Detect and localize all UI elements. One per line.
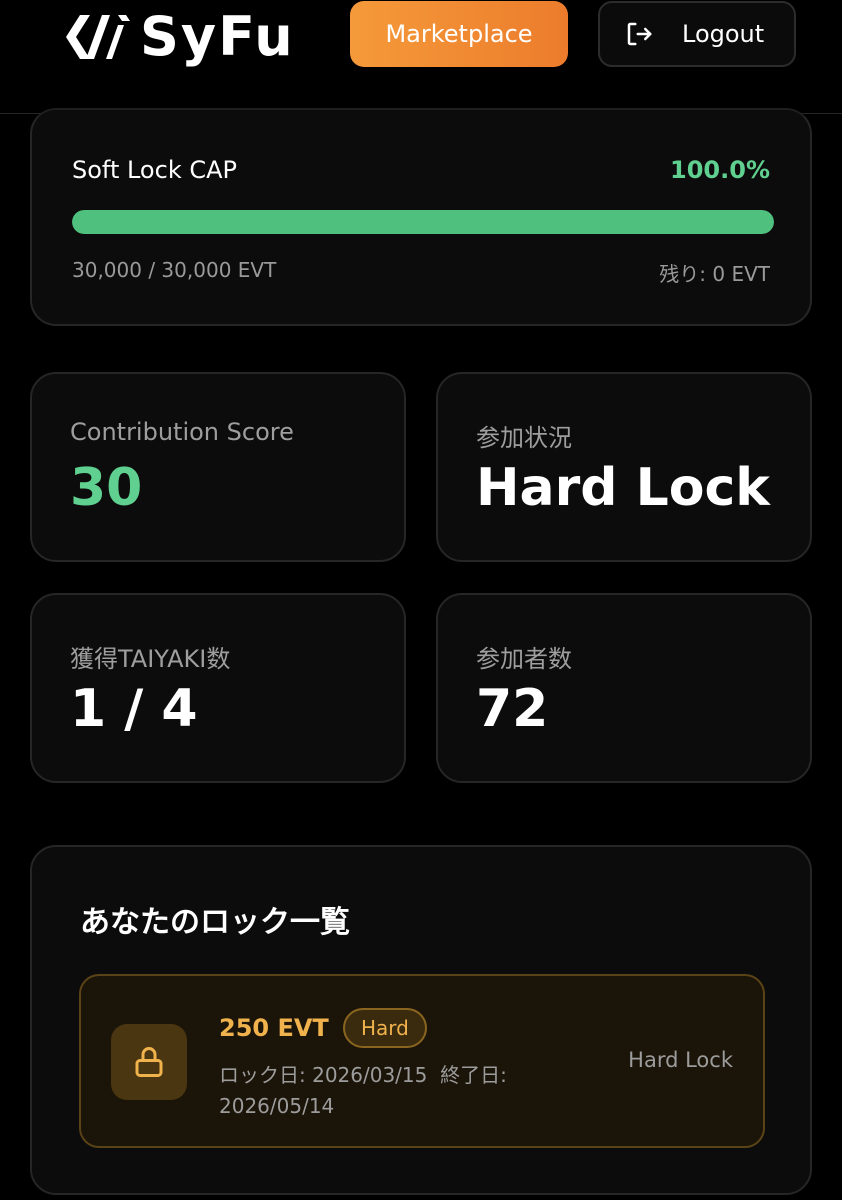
contribution-score-card: Contribution Score 30 <box>30 372 406 562</box>
lock-start-date: ロック日: 2026/03/15 <box>219 1063 428 1087</box>
lock-dates: ロック日: 2026/03/15 終了日: 2026/05/14 <box>219 1060 559 1122</box>
taiyaki-count-card: 獲得TAIYAKI数 1 / 4 <box>30 593 406 783</box>
app-header: SyFu Marketplace Logout <box>0 0 842 114</box>
cap-title: Soft Lock CAP <box>72 156 237 184</box>
marketplace-button[interactable]: Marketplace <box>350 1 568 67</box>
cap-percent: 100.0% <box>670 156 770 184</box>
lock-type-badge: Hard <box>343 1008 427 1048</box>
lock-type-label: Hard Lock <box>628 1048 733 1072</box>
participant-count-card: 参加者数 72 <box>436 593 812 783</box>
list-item[interactable]: 250 EVT Hard ロック日: 2026/03/15 終了日: 2026/… <box>79 974 765 1148</box>
stat-label: Contribution Score <box>70 418 294 446</box>
cap-progress-fill <box>72 210 774 234</box>
logout-button[interactable]: Logout <box>598 1 796 67</box>
lock-icon-box <box>111 1024 187 1100</box>
lock-amount: 250 EVT <box>219 1014 329 1042</box>
cap-progress-bar <box>72 210 774 234</box>
stat-value: 1 / 4 <box>70 679 198 739</box>
cap-remaining: 残り: 0 EVT <box>659 262 770 286</box>
stat-value: Hard Lock <box>476 458 770 518</box>
stat-label: 参加状況 <box>476 424 572 452</box>
participation-status-card: 参加状況 Hard Lock <box>436 372 812 562</box>
stat-value: 72 <box>476 679 549 739</box>
stat-value: 30 <box>70 458 143 518</box>
my-locks-card: あなたのロック一覧 250 EVT Hard ロック日: 2026/03/15 … <box>30 845 812 1195</box>
soft-lock-cap-card: Soft Lock CAP 100.0% 30,000 / 30,000 EVT… <box>30 108 812 326</box>
logo[interactable]: SyFu <box>56 6 296 68</box>
stat-label: 獲得TAIYAKI数 <box>70 645 231 673</box>
locks-title: あなたのロック一覧 <box>80 905 350 940</box>
stat-label: 参加者数 <box>476 645 572 673</box>
cap-amount: 30,000 / 30,000 EVT <box>72 258 277 282</box>
logout-label: Logout <box>682 20 765 48</box>
logo-text: SyFu <box>140 5 295 68</box>
logout-icon <box>627 22 652 46</box>
logo-mark-icon <box>66 15 130 59</box>
lock-icon <box>135 1047 163 1077</box>
